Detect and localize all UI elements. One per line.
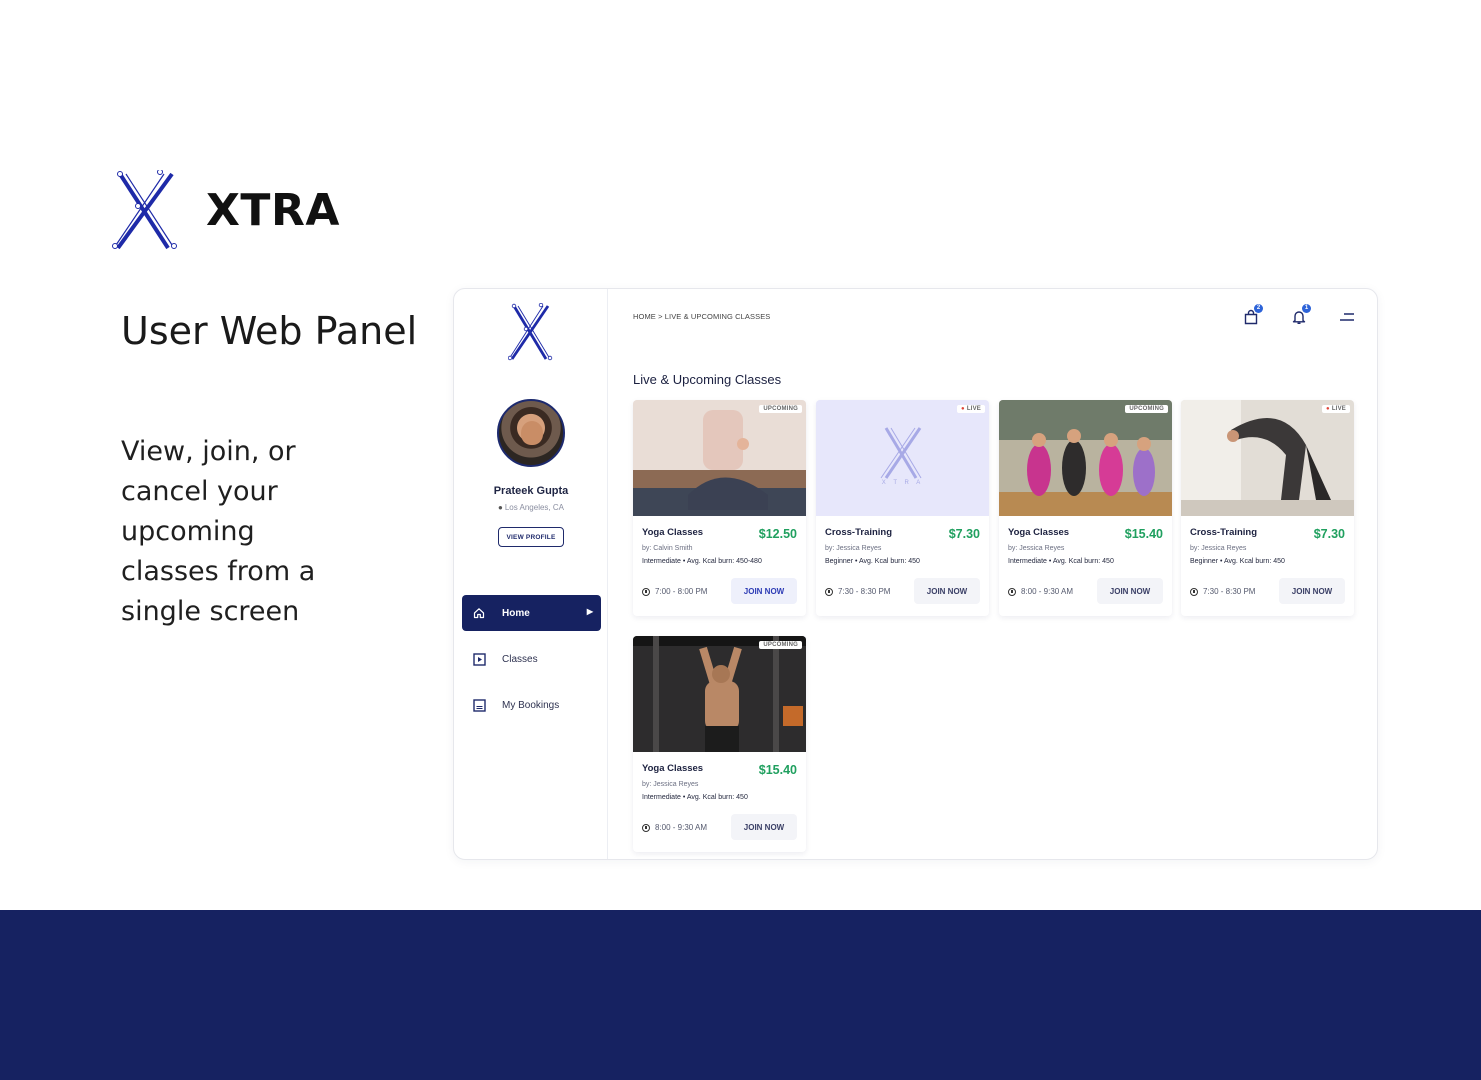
class-meta: Beginner • Avg. Kcal burn: 450 — [825, 558, 920, 565]
class-time: 8:00 - 9:30 AM — [642, 823, 707, 832]
sidebar-item-label: My Bookings — [502, 699, 560, 711]
join-now-button[interactable]: JOIN NOW — [914, 578, 980, 604]
web-panel: Prateek Gupta ● Los Angeles, CA VIEW PROF… — [453, 288, 1378, 860]
clock-icon — [642, 587, 650, 596]
class-title: Cross-Training — [825, 527, 893, 538]
class-thumbnail: X T R A ● LIVE — [816, 400, 989, 516]
class-meta: Intermediate • Avg. Kcal burn: 450 — [642, 794, 748, 801]
class-price: $15.40 — [1124, 527, 1163, 541]
breadcrumb: HOME > LIVE & UPCOMING CLASSES — [633, 312, 771, 321]
class-time: 7:30 - 8:30 PM — [1190, 587, 1255, 596]
class-instructor: by: Jessica Reyes — [1190, 545, 1247, 552]
class-time-text: 8:00 - 9:30 AM — [655, 823, 708, 832]
class-title: Cross-Training — [1190, 527, 1258, 538]
xtra-logo-icon — [112, 170, 177, 250]
class-card: ● LIVE Cross-Training $7.30 by: Jessica R… — [1181, 400, 1354, 616]
clock-icon — [1008, 587, 1016, 596]
class-time-text: 8:00 - 9:30 AM — [1021, 587, 1074, 596]
class-time-text: 7:30 - 8:30 PM — [1203, 587, 1256, 596]
sidebar-item-label: Classes — [502, 653, 538, 665]
class-card: UPCOMING Yoga Classes $15.40 by: Jessica… — [999, 400, 1172, 616]
notifications-badge: 1 — [1302, 304, 1311, 313]
sidebar-item-my-bookings[interactable]: My Bookings — [462, 687, 601, 723]
class-instructor: by: Calvin Smith — [642, 545, 693, 552]
live-dot-icon: ● — [1326, 406, 1330, 412]
user-location: ● Los Angeles, CA — [454, 503, 608, 512]
clock-icon — [642, 823, 650, 832]
status-badge: UPCOMING — [759, 641, 802, 649]
class-time: 7:00 - 8:00 PM — [642, 587, 707, 596]
play-square-icon — [472, 652, 486, 666]
status-badge: UPCOMING — [1125, 405, 1168, 413]
status-badge-text: LIVE — [1331, 406, 1346, 412]
class-instructor: by: Jessica Reyes — [642, 781, 699, 788]
class-time: 8:00 - 9:30 AM — [1008, 587, 1073, 596]
clock-icon — [1190, 587, 1198, 596]
avatar[interactable] — [497, 399, 565, 467]
class-instructor: by: Jessica Reyes — [1008, 545, 1065, 552]
class-price: $7.30 — [948, 527, 980, 541]
class-time: 7:30 - 8:30 PM — [825, 587, 890, 596]
join-now-button[interactable]: JOIN NOW — [731, 578, 797, 604]
join-now-button[interactable]: JOIN NOW — [731, 814, 797, 840]
user-name: Prateek Gupta — [493, 485, 569, 497]
class-card: UPCOMING Yoga Classes $15.40 by: Jessica… — [633, 636, 806, 852]
placeholder-logo-text: X T R A — [881, 480, 924, 486]
class-thumbnail: UPCOMING — [633, 400, 806, 516]
class-time-text: 7:30 - 8:30 PM — [838, 587, 891, 596]
sidebar-item-home[interactable]: Home ▶ — [462, 595, 601, 631]
caret-right-icon: ▶ — [586, 607, 593, 616]
sidebar: Prateek Gupta ● Los Angeles, CA VIEW PROF… — [454, 289, 608, 859]
home-icon — [472, 606, 486, 620]
class-card: UPCOMING Yoga Classes $12.50 by: Calvin … — [633, 400, 806, 616]
class-meta: Intermediate • Avg. Kcal burn: 450-480 — [642, 558, 762, 565]
class-price: $12.50 — [758, 527, 797, 541]
status-badge: ● LIVE — [957, 405, 985, 413]
live-dot-icon: ● — [961, 406, 965, 412]
location-pin-icon: ● — [498, 503, 503, 512]
face-graphic — [521, 421, 543, 445]
status-badge: UPCOMING — [759, 405, 802, 413]
class-title: Yoga Classes — [642, 527, 704, 538]
class-card: X T R A ● LIVE Cross-Training $7.30 by: J… — [816, 400, 989, 616]
class-title: Yoga Classes — [1008, 527, 1070, 538]
class-price: $15.40 — [758, 763, 797, 777]
cart-badge: 2 — [1254, 304, 1263, 313]
sidebar-item-classes[interactable]: Classes — [462, 641, 601, 677]
join-now-button[interactable]: JOIN NOW — [1279, 578, 1345, 604]
bookings-icon — [472, 698, 486, 712]
menu-icon — [1340, 313, 1354, 321]
brand-name: XTRA — [206, 184, 340, 236]
brand-lockup: XTRA — [112, 170, 340, 250]
user-location-text: Los Angeles, CA — [504, 503, 564, 512]
cart-button[interactable]: 2 — [1241, 304, 1263, 327]
class-instructor: by: Jessica Reyes — [825, 545, 882, 552]
class-thumbnail: UPCOMING — [633, 636, 806, 752]
xtra-logo-icon — [508, 303, 553, 361]
header-actions: 2 1 — [1213, 304, 1357, 327]
class-thumbnail: UPCOMING — [999, 400, 1172, 516]
join-now-button[interactable]: JOIN NOW — [1097, 578, 1163, 604]
status-badge: ● LIVE — [1322, 405, 1350, 413]
class-meta: Beginner • Avg. Kcal burn: 450 — [1190, 558, 1285, 565]
class-time-text: 7:00 - 8:00 PM — [655, 587, 708, 596]
class-price: $7.30 — [1313, 527, 1345, 541]
hero-subline: View, join, or cancel your upcoming clas… — [121, 436, 316, 627]
view-profile-button[interactable]: VIEW PROFILE — [498, 527, 564, 547]
status-badge-text: LIVE — [966, 406, 981, 412]
class-meta: Intermediate • Avg. Kcal burn: 450 — [1008, 558, 1114, 565]
section-title: Live & Upcoming Classes — [633, 372, 782, 387]
hero-headline: User Web Panel — [121, 309, 418, 353]
menu-button[interactable] — [1337, 307, 1357, 327]
clock-icon — [825, 587, 833, 596]
footer-band — [0, 910, 1481, 1080]
class-thumbnail: ● LIVE — [1181, 400, 1354, 516]
sidebar-item-label: Home — [502, 607, 530, 619]
notifications-button[interactable]: 1 — [1289, 304, 1311, 327]
class-title: Yoga Classes — [642, 763, 704, 774]
